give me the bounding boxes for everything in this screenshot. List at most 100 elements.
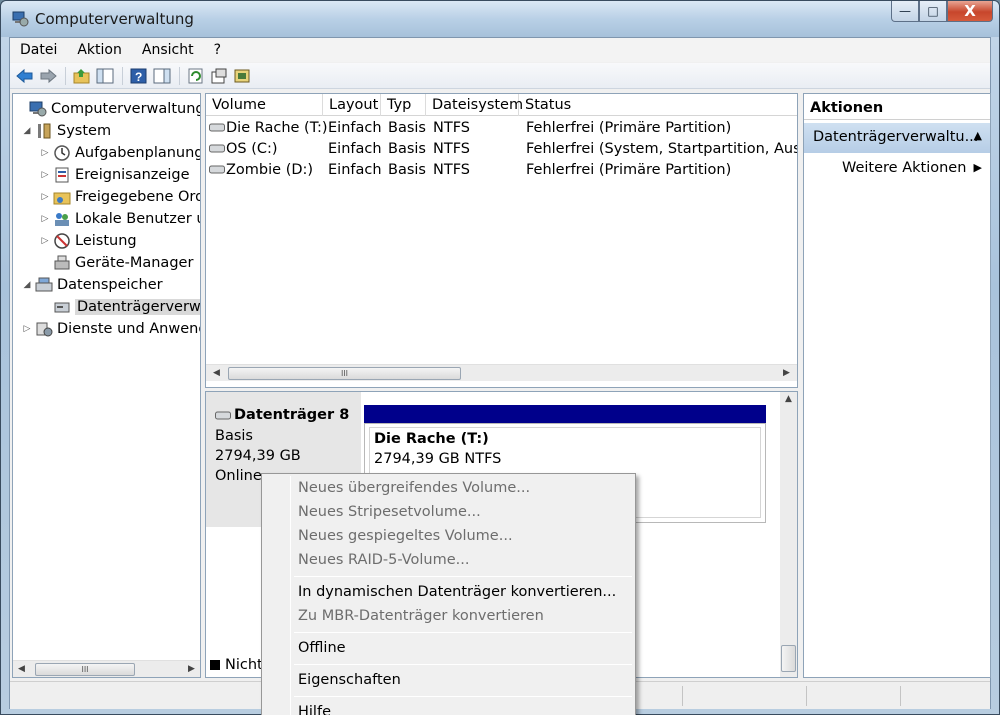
legend-swatch — [210, 660, 220, 670]
computer-management-icon — [29, 101, 47, 117]
action-pane-icon — [153, 68, 171, 83]
menu-item-neues-uebergreifendes-volume[interactable]: Neues übergreifendes Volume... — [298, 480, 530, 496]
window-title: Computerverwaltung — [35, 10, 194, 28]
disk-vertical-scrollbar[interactable]: ▲ ▼ — [780, 392, 797, 678]
tree-expander[interactable]: ▷ — [39, 236, 51, 246]
tree-item-dienste-und-anwendungen[interactable]: ▷ Dienste und Anwendu — [21, 318, 200, 340]
partition-info: 2794,39 GB NTFS — [374, 451, 502, 467]
disk-management-icon — [54, 302, 70, 313]
weitere-aktionen-item[interactable]: Weitere Aktionen ▶ — [804, 157, 990, 181]
menu-item-offline[interactable]: Offline — [298, 640, 346, 656]
tree-expander[interactable]: ▷ — [21, 324, 33, 334]
tree-item-label: Datenträgerverwalt — [75, 299, 200, 315]
tree-item-lokale-benutzer[interactable]: ▷ Lokale Benutzer un — [39, 208, 201, 230]
column-dateisystem[interactable]: Dateisystem — [426, 94, 523, 116]
tree-item-label: System — [57, 123, 112, 139]
tree-item-geraete-manager[interactable]: Geräte-Manager — [39, 252, 193, 274]
actions-header: Aktionen — [804, 94, 990, 120]
volume-filesystem: NTFS — [433, 120, 470, 136]
scroll-left-icon[interactable]: ◀ — [208, 365, 225, 382]
disk-settings-button[interactable] — [231, 65, 253, 87]
scroll-down-icon[interactable]: ▼ — [780, 677, 797, 678]
volume-list-horizontal-scrollbar[interactable]: ◀ III ▶ — [206, 364, 797, 381]
folder-up-icon — [73, 68, 90, 83]
tree-item-aufgabenplanung[interactable]: ▷ Aufgabenplanung — [39, 142, 200, 164]
tree-item-label: Datenspeicher — [57, 277, 163, 293]
tree-item-freigegebene-ordner[interactable]: ▷ Freigegebene Ordn — [39, 186, 201, 208]
volume-row[interactable]: OS (C:) Einfach Basis NTFS Fehlerfrei (S… — [206, 139, 797, 160]
show-tree-button[interactable] — [94, 65, 116, 87]
column-status[interactable]: Status — [519, 94, 797, 116]
scroll-up-icon[interactable]: ▲ — [780, 394, 797, 404]
menu-separator — [294, 576, 632, 577]
actions-section-datentraegerverwaltung[interactable]: Datenträgerverwaltu... ▲ — [804, 123, 990, 153]
column-typ[interactable]: Typ — [381, 94, 426, 116]
up-level-button[interactable] — [71, 65, 93, 87]
menu-item-neues-stripesetvolume[interactable]: Neues Stripesetvolume... — [298, 504, 481, 520]
show-action-pane-button[interactable] — [151, 65, 173, 87]
scroll-right-icon[interactable]: ▶ — [778, 365, 795, 382]
close-button[interactable]: X — [947, 1, 993, 22]
forward-button[interactable] — [37, 65, 59, 87]
menu-separator — [294, 696, 632, 697]
users-icon — [55, 213, 69, 226]
menu-help[interactable]: ? — [204, 38, 231, 62]
column-volume[interactable]: Volume — [206, 94, 323, 116]
tree-expander[interactable]: ▷ — [39, 148, 51, 158]
drive-icon — [209, 165, 225, 174]
menu-datei[interactable]: Datei — [10, 38, 67, 62]
menu-item-neues-gespiegeltes-volume[interactable]: Neues gespiegeltes Volume... — [298, 528, 513, 544]
menu-item-hilfe[interactable]: Hilfe — [298, 704, 331, 715]
scroll-thumb[interactable] — [781, 645, 796, 672]
submenu-arrow-icon: ▶ — [973, 161, 982, 174]
scroll-thumb[interactable]: III — [35, 663, 135, 676]
title-bar[interactable]: Computerverwaltung — □ X — [1, 1, 999, 37]
tree-expander[interactable]: ▷ — [39, 192, 51, 202]
tree-expander[interactable]: ▷ — [39, 170, 51, 180]
volume-layout: Einfach — [328, 141, 382, 157]
tree-item-datentraegerverwaltung[interactable]: Datenträgerverwalt — [39, 296, 200, 318]
help-icon: ? — [130, 68, 147, 84]
tree-item-label: Freigegebene Ordn — [75, 189, 201, 205]
maximize-button[interactable]: □ — [919, 1, 947, 22]
tree-item-computerverwaltung[interactable]: Computerverwaltung (Lo — [15, 98, 201, 120]
tree-item-leistung[interactable]: ▷ Leistung — [39, 230, 137, 252]
tree-item-ereignisanzeige[interactable]: ▷ Ereignisanzeige — [39, 164, 190, 186]
properties-button[interactable] — [208, 65, 230, 87]
back-button[interactable] — [14, 65, 36, 87]
tree-expander[interactable]: ▷ — [39, 214, 51, 224]
menu-item-mbr-konvertieren[interactable]: Zu MBR-Datenträger konvertieren — [298, 608, 544, 624]
scroll-left-icon[interactable]: ◀ — [13, 661, 30, 677]
volume-status: Fehlerfrei (Primäre Partition) — [526, 120, 732, 136]
volume-row[interactable]: Die Rache (T:) Einfach Basis NTFS Fehler… — [206, 118, 797, 139]
tree-item-label: Computerverwaltung (Lo — [51, 101, 201, 117]
scroll-right-icon[interactable]: ▶ — [183, 661, 200, 677]
scroll-thumb[interactable]: III — [228, 367, 461, 380]
column-layout[interactable]: Layout — [323, 94, 381, 116]
volume-list: Volume Layout Typ Dateisystem Status Die… — [205, 93, 798, 388]
help-button[interactable]: ? — [128, 65, 150, 87]
menu-item-dynamisch-konvertieren[interactable]: In dynamischen Datenträger konvertieren.… — [298, 584, 616, 600]
tree-item-datenspeicher[interactable]: ◢ Datenspeicher — [21, 274, 163, 296]
tree-horizontal-scrollbar[interactable]: ◀ III ▶ — [13, 660, 200, 677]
menu-item-eigenschaften[interactable]: Eigenschaften — [298, 672, 401, 688]
volume-row[interactable]: Zombie (D:) Einfach Basis NTFS Fehlerfre… — [206, 160, 797, 181]
volume-type: Basis — [388, 162, 426, 178]
tree-item-label: Lokale Benutzer un — [75, 211, 201, 227]
status-separator — [806, 686, 807, 706]
refresh-button[interactable] — [185, 65, 207, 87]
disk-name: Datenträger 8 — [234, 407, 350, 423]
volume-filesystem: NTFS — [433, 162, 470, 178]
tree-expander[interactable]: ◢ — [21, 280, 33, 290]
collapse-up-icon[interactable]: ▲ — [974, 129, 982, 142]
toolbar-separator — [179, 66, 180, 85]
tree-item-system[interactable]: ◢ System — [21, 120, 112, 142]
volume-status: Fehlerfrei (Primäre Partition) — [526, 162, 732, 178]
menu-aktion[interactable]: Aktion — [67, 38, 132, 62]
menu-item-neues-raid5-volume[interactable]: Neues RAID-5-Volume... — [298, 552, 470, 568]
minimize-button[interactable]: — — [891, 1, 919, 22]
menu-ansicht[interactable]: Ansicht — [132, 38, 204, 62]
tree-expander[interactable]: ◢ — [21, 126, 33, 136]
disk-size: 2794,39 GB — [215, 448, 301, 464]
actions-pane: Aktionen Datenträgerverwaltu... ▲ Weiter… — [803, 93, 991, 678]
